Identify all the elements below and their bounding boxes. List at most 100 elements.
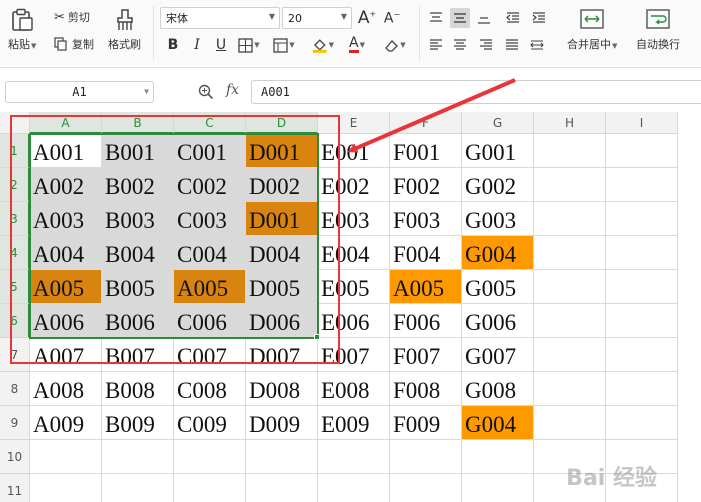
font-size-select[interactable]: 20 ▼: [282, 7, 352, 29]
cell-e5[interactable]: E005: [318, 270, 390, 304]
row-header-1[interactable]: 1: [0, 134, 30, 168]
bold-button[interactable]: B: [162, 34, 184, 56]
cell-i7[interactable]: [606, 338, 678, 372]
cell-b3[interactable]: B003: [102, 202, 174, 236]
cell-c10[interactable]: [174, 440, 246, 474]
align-bottom-button[interactable]: [474, 8, 494, 28]
chevron-down-icon[interactable]: ▼: [31, 42, 36, 50]
cell-g6[interactable]: G006: [462, 304, 534, 338]
cell-h4[interactable]: [534, 236, 606, 270]
cell-g9[interactable]: G004: [462, 406, 534, 440]
cell-h2[interactable]: [534, 168, 606, 202]
cell-f8[interactable]: F008: [390, 372, 462, 406]
cell-a9[interactable]: A009: [30, 406, 102, 440]
cell-h5[interactable]: [534, 270, 606, 304]
align-right-button[interactable]: [476, 35, 496, 55]
cell-e8[interactable]: E008: [318, 372, 390, 406]
cell-d11[interactable]: [246, 474, 318, 502]
cell-e10[interactable]: [318, 440, 390, 474]
cell-a10[interactable]: [30, 440, 102, 474]
cell-d10[interactable]: [246, 440, 318, 474]
cell-a5[interactable]: A005: [30, 270, 102, 304]
cell-g8[interactable]: G008: [462, 372, 534, 406]
paste-button[interactable]: 粘贴▼: [8, 8, 36, 52]
cell-f11[interactable]: [390, 474, 462, 502]
cell-a3[interactable]: A003: [30, 202, 102, 236]
cell-h3[interactable]: [534, 202, 606, 236]
cell-f4[interactable]: F004: [390, 236, 462, 270]
align-top-button[interactable]: [426, 8, 446, 28]
cell-c8[interactable]: C008: [174, 372, 246, 406]
cell-f6[interactable]: F006: [390, 304, 462, 338]
row-header-4[interactable]: 4: [0, 236, 30, 270]
decrease-indent-button[interactable]: [503, 8, 523, 28]
cell-b11[interactable]: [102, 474, 174, 502]
cell-i3[interactable]: [606, 202, 678, 236]
cell-c11[interactable]: [174, 474, 246, 502]
cell-c4[interactable]: C004: [174, 236, 246, 270]
row-header-3[interactable]: 3: [0, 202, 30, 236]
cell-g2[interactable]: G002: [462, 168, 534, 202]
cell-b6[interactable]: B006: [102, 304, 174, 338]
cell-b10[interactable]: [102, 440, 174, 474]
align-middle-button[interactable]: [450, 8, 470, 28]
cell-g5[interactable]: G005: [462, 270, 534, 304]
cell-c7[interactable]: C007: [174, 338, 246, 372]
increase-font-button[interactable]: A+: [356, 7, 378, 29]
name-box[interactable]: A1 ▼: [5, 81, 154, 103]
fill-color-button[interactable]: ▼: [312, 34, 334, 56]
cell-a4[interactable]: A004: [30, 236, 102, 270]
cell-b1[interactable]: B001: [102, 134, 174, 168]
cell-i2[interactable]: [606, 168, 678, 202]
cell-a11[interactable]: [30, 474, 102, 502]
cell-i5[interactable]: [606, 270, 678, 304]
row-header-2[interactable]: 2: [0, 168, 30, 202]
cell-a8[interactable]: A008: [30, 372, 102, 406]
cell-h6[interactable]: [534, 304, 606, 338]
chevron-down-icon[interactable]: ▼: [144, 82, 149, 102]
cell-e9[interactable]: E009: [318, 406, 390, 440]
cell-e1[interactable]: E001: [318, 134, 390, 168]
row-header-7[interactable]: 7: [0, 338, 30, 372]
cell-a6[interactable]: A006: [30, 304, 102, 338]
cell-h8[interactable]: [534, 372, 606, 406]
cell-h1[interactable]: [534, 134, 606, 168]
increase-indent-button[interactable]: [529, 8, 549, 28]
cell-d3[interactable]: D001: [246, 202, 318, 236]
row-header-8[interactable]: 8: [0, 372, 30, 406]
column-header-b[interactable]: B: [102, 112, 174, 134]
cell-g7[interactable]: G007: [462, 338, 534, 372]
decrease-font-button[interactable]: A−: [381, 7, 403, 29]
cell-b5[interactable]: B005: [102, 270, 174, 304]
cell-g10[interactable]: [462, 440, 534, 474]
cell-e4[interactable]: E004: [318, 236, 390, 270]
cell-e6[interactable]: E006: [318, 304, 390, 338]
cell-d7[interactable]: D007: [246, 338, 318, 372]
cell-f10[interactable]: [390, 440, 462, 474]
distributed-button[interactable]: [527, 35, 547, 55]
copy-button[interactable]: 复制: [54, 36, 94, 52]
column-header-g[interactable]: G: [462, 112, 534, 134]
font-name-select[interactable]: 宋体 ▼: [160, 7, 280, 29]
cell-d2[interactable]: D002: [246, 168, 318, 202]
borders-button[interactable]: ▼: [238, 34, 260, 56]
fill-pattern-button[interactable]: ▼: [273, 34, 295, 56]
format-painter-button[interactable]: 格式刷: [108, 8, 141, 52]
cell-e7[interactable]: E007: [318, 338, 390, 372]
formula-input[interactable]: A001: [251, 80, 701, 104]
cell-a1[interactable]: A001: [30, 134, 102, 168]
row-header-10[interactable]: 10: [0, 440, 30, 474]
justify-button[interactable]: [502, 35, 522, 55]
cell-d5[interactable]: D005: [246, 270, 318, 304]
cell-i8[interactable]: [606, 372, 678, 406]
cell-d9[interactable]: D009: [246, 406, 318, 440]
spreadsheet-grid[interactable]: A B C D E F G H I 1 A001 B001 C001 D001 E001 F001 G001 2 A…: [0, 112, 701, 502]
clear-button[interactable]: ▼: [384, 34, 406, 56]
cell-c2[interactable]: C002: [174, 168, 246, 202]
column-header-h[interactable]: H: [534, 112, 606, 134]
align-left-button[interactable]: [426, 35, 446, 55]
merge-center-button[interactable]: 合并居中▼: [567, 8, 617, 52]
cut-button[interactable]: ✂ 剪切: [54, 9, 90, 25]
fx-icon[interactable]: fx: [226, 82, 239, 98]
column-header-c[interactable]: C: [174, 112, 246, 134]
